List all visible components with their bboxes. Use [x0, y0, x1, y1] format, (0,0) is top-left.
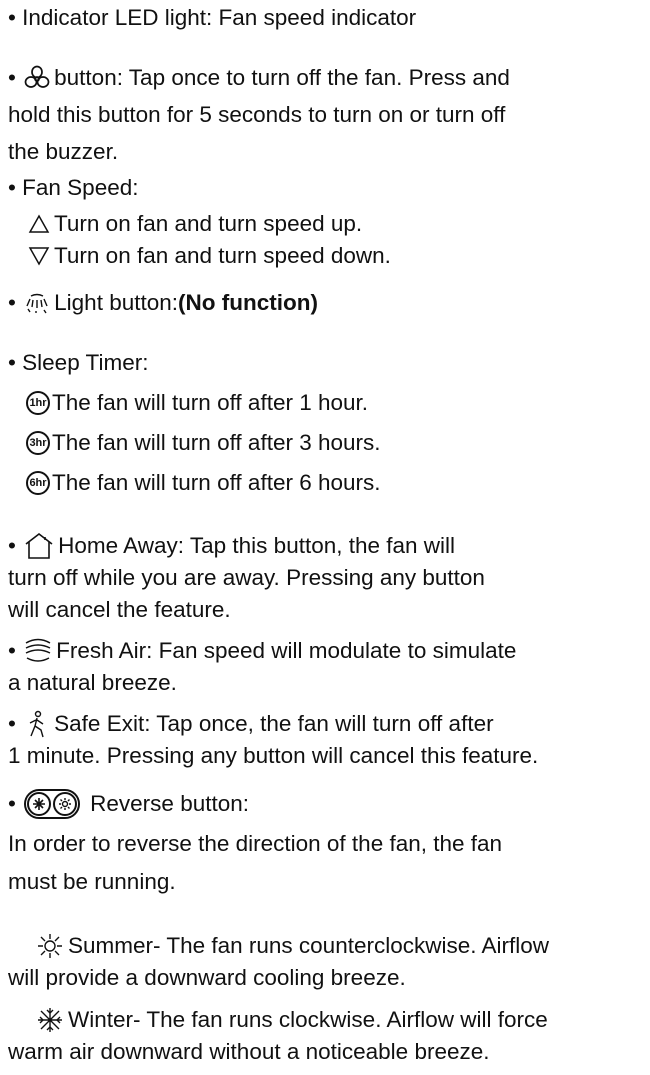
timer-6hr-icon: 6hr: [26, 471, 50, 495]
bullet: •: [8, 533, 16, 558]
reverse-icon: [24, 789, 81, 819]
safe-exit-section: • Safe Exit: Tap once, the fan will turn…: [8, 708, 538, 772]
bullet: •: [8, 5, 16, 30]
timer-1hr-text: The fan will turn off after 1 hour.: [52, 390, 369, 415]
walking-person-icon: [24, 710, 50, 738]
winter-line-1: Winter- The fan runs clockwise. Airflow …: [68, 1007, 548, 1032]
light-text: Light button:: [54, 290, 179, 315]
bullet: •: [8, 791, 16, 816]
fresh-air-section: • Fresh Air: Fan speed will modulate to …: [8, 635, 516, 699]
reverse-title: Reverse button:: [90, 791, 249, 816]
timer-6hr-text: The fan will turn off after 6 hours.: [52, 470, 381, 495]
snowflake-icon: [36, 1006, 64, 1034]
bullet: •: [8, 65, 16, 90]
sleep-title: Sleep Timer:: [22, 350, 149, 375]
power-line-1: button: Tap once to turn off the fan. Pr…: [54, 65, 510, 90]
summer-line-1: Summer- The fan runs counterclockwise. A…: [68, 933, 550, 958]
summer-mini-icon: [53, 792, 78, 816]
safe-exit-line-1: Safe Exit: Tap once, the fan will turn o…: [54, 711, 494, 736]
power-section: • button: Tap once to turn off the fan. …: [8, 62, 510, 168]
fan-speed-title: Fan Speed:: [22, 175, 139, 200]
winter-mini-icon: [27, 792, 52, 816]
fan-speed-down-text: Turn on fan and turn speed down.: [54, 243, 391, 268]
power-line-2: hold this button for 5 seconds to turn o…: [8, 102, 506, 127]
reverse-section: • Reverse button: In order to reverse th…: [8, 788, 502, 898]
light-bold-text: (No function): [178, 290, 318, 315]
timer-3hr-icon: 3hr: [26, 431, 50, 455]
power-line-3: the buzzer.: [8, 139, 119, 164]
indicator-text: Indicator LED light: Fan speed indicator: [22, 5, 417, 30]
fresh-air-icon: [24, 638, 52, 664]
timer-3hr-text: The fan will turn off after 3 hours.: [52, 430, 381, 455]
triangle-down-icon: [28, 246, 50, 266]
home-away-line-1: Home Away: Tap this button, the fan will: [58, 533, 456, 558]
winter-line-2: warm air downward without a noticeable b…: [8, 1039, 490, 1064]
fan-speed-section: • Fan Speed: Turn on fan and turn speed …: [8, 172, 391, 272]
bullet: •: [8, 638, 16, 663]
home-icon: [24, 532, 54, 560]
sleep-timer-section: • Sleep Timer: 1hr The fan will turn off…: [8, 347, 381, 499]
home-away-section: • Home Away: Tap this button, the fan wi…: [8, 530, 485, 626]
winter-section: Winter- The fan runs clockwise. Airflow …: [8, 1004, 548, 1068]
sun-icon: [36, 932, 64, 960]
reverse-line-1: In order to reverse the direction of the…: [8, 831, 503, 856]
bullet: •: [8, 711, 16, 736]
fan-power-icon: [24, 65, 50, 91]
fresh-air-line-2: a natural breeze.: [8, 670, 177, 695]
triangle-up-icon: [28, 214, 50, 234]
home-away-line-3: will cancel the feature.: [8, 597, 231, 622]
light-section: • Light button: (No function): [8, 287, 318, 319]
bullet: •: [8, 290, 16, 315]
bullet: •: [8, 175, 16, 200]
reverse-line-2: must be running.: [8, 869, 176, 894]
summer-line-2: will provide a downward cooling breeze.: [8, 965, 406, 990]
timer-1hr-icon: 1hr: [26, 391, 50, 415]
summer-section: Summer- The fan runs counterclockwise. A…: [8, 930, 549, 994]
light-icon: [24, 292, 50, 314]
safe-exit-line-2: 1 minute. Pressing any button will cance…: [8, 743, 539, 768]
home-away-line-2: turn off while you are away. Pressing an…: [8, 565, 485, 590]
fan-speed-up-text: Turn on fan and turn speed up.: [54, 211, 363, 236]
fresh-air-line-1: Fresh Air: Fan speed will modulate to si…: [56, 638, 517, 663]
bullet: •: [8, 350, 16, 375]
indicator-section: • Indicator LED light: Fan speed indicat…: [8, 2, 416, 34]
